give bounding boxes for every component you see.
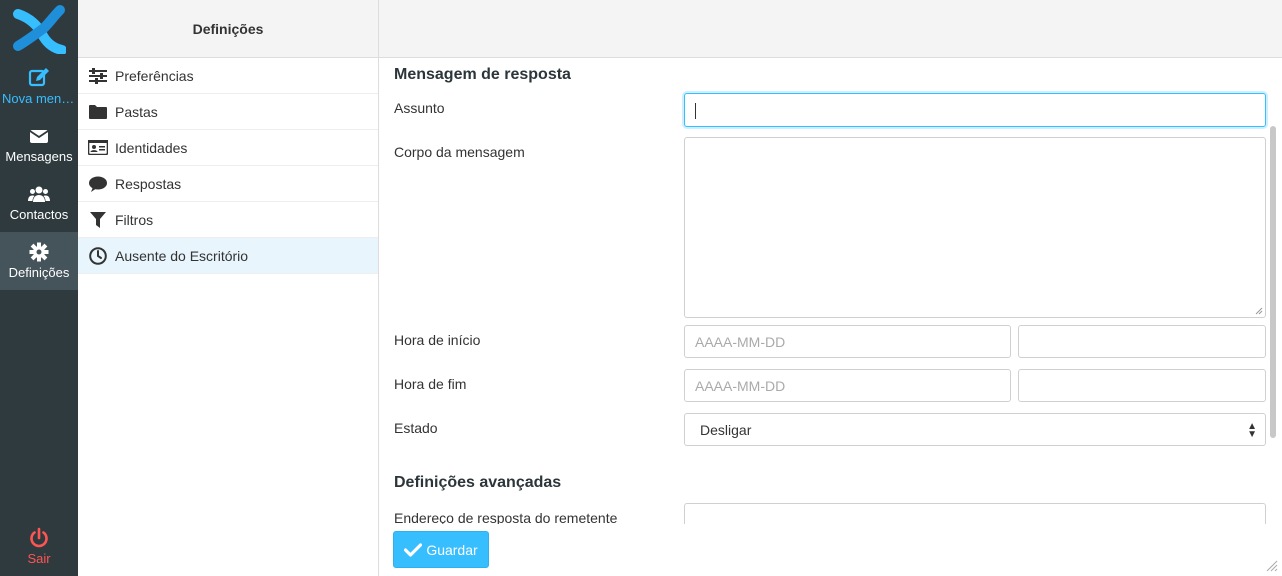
app-logo-icon [13,5,66,54]
clock-icon [88,246,108,266]
nav-logout-button[interactable]: Sair [0,518,78,576]
advanced-section-title: Definições avançadas [394,474,562,491]
content-scrollbar[interactable] [1270,126,1276,438]
end-time-input[interactable] [1018,369,1266,402]
settings-panel-title: Definições [78,0,378,58]
gear-icon [29,242,49,262]
text-cursor [695,103,696,120]
settings-item-label: Filtros [115,211,154,228]
settings-item-label: Ausente do Escritório [115,247,249,264]
main-content: Mensagem de resposta Assunto Corpo da me… [379,0,1282,576]
body-label: Corpo da mensagem [394,144,525,160]
settings-item-identities[interactable]: Identidades [78,130,378,166]
nav-compose-button[interactable]: Nova mens... [0,58,78,116]
select-arrows-icon: ▲ ▼ [1247,421,1257,440]
reply-section-title: Mensagem de resposta [394,66,571,83]
status-value: Desligar [700,422,752,438]
settings-item-label: Identidades [115,139,188,156]
out-of-office-form: Mensagem de resposta Assunto Corpo da me… [379,58,1282,524]
start-time-label: Hora de início [394,332,481,348]
settings-item-label: Respostas [115,175,182,192]
settings-sections-list: Preferências Pastas Identidades Resposta… [78,58,378,274]
resize-grip-icon[interactable] [1255,307,1263,315]
start-date-placeholder: AAAA-MM-DD [695,334,786,350]
nav-settings-button[interactable]: Definições [0,232,78,290]
users-icon [28,186,50,202]
nav-contacts-label: Contactos [9,207,69,222]
settings-item-label: Preferências [115,67,194,84]
nav-settings-label: Definições [8,265,70,280]
folder-icon [88,102,108,122]
settings-item-folders[interactable]: Pastas [78,94,378,130]
end-date-input[interactable]: AAAA-MM-DD [684,369,1011,402]
settings-item-label: Pastas [115,103,158,120]
settings-item-preferences[interactable]: Preferências [78,58,378,94]
subject-input[interactable] [684,93,1266,127]
edit-icon [28,68,49,87]
settings-sections-panel: Definições Preferências Pastas Identidad… [78,0,379,576]
form-footer: Guardar [379,524,1282,576]
end-date-placeholder: AAAA-MM-DD [695,378,786,394]
end-time-label: Hora de fim [394,376,467,392]
nav-compose-label: Nova mens... [2,91,78,106]
status-label: Estado [394,420,438,436]
save-button[interactable]: Guardar [393,531,489,568]
comment-icon [88,174,108,194]
subject-label: Assunto [394,100,445,116]
nav-logout-label: Sair [27,551,51,566]
settings-item-responses[interactable]: Respostas [78,166,378,202]
power-icon [30,527,48,548]
sender-address-input[interactable] [684,503,1266,524]
envelope-icon [29,130,49,143]
settings-item-filters[interactable]: Filtros [78,202,378,238]
save-button-label: Guardar [426,541,478,558]
check-icon [404,542,423,557]
status-select[interactable]: Desligar ▲ ▼ [684,413,1266,446]
nav-mail-button[interactable]: Mensagens [0,116,78,174]
body-textarea[interactable] [684,137,1266,318]
id-card-icon [88,138,108,158]
sender-address-label: Endereço de resposta do remetente [394,510,618,524]
main-navigation: Nova mens... Mensagens Contactos Definiç… [0,0,78,576]
sliders-icon [88,66,108,86]
filter-icon [88,210,108,230]
start-date-input[interactable]: AAAA-MM-DD [684,325,1011,358]
settings-item-out-of-office[interactable]: Ausente do Escritório [78,238,378,274]
nav-contacts-button[interactable]: Contactos [0,174,78,232]
start-time-input[interactable] [1018,325,1266,358]
window-resize-icon[interactable] [1266,560,1278,572]
content-header [379,0,1282,58]
nav-mail-label: Mensagens [5,149,73,164]
